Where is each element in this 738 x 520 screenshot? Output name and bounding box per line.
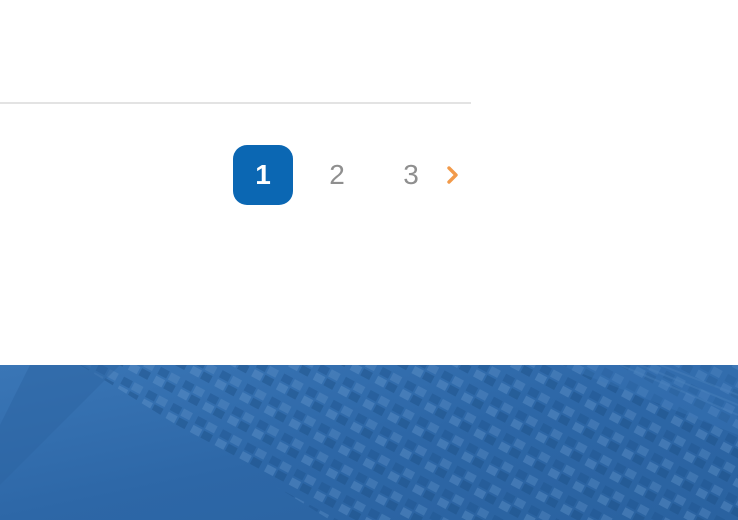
page: 1 2 3 [0,0,738,520]
building-facade-image [0,365,738,520]
next-page-button[interactable] [441,145,465,205]
footer-background-image [0,365,738,520]
page-button-3[interactable]: 3 [381,145,441,205]
page-button-1[interactable]: 1 [233,145,293,205]
chevron-right-icon [447,166,458,184]
pagination: 1 2 3 [233,145,465,205]
page-button-2[interactable]: 2 [307,145,367,205]
content-divider [0,102,471,104]
